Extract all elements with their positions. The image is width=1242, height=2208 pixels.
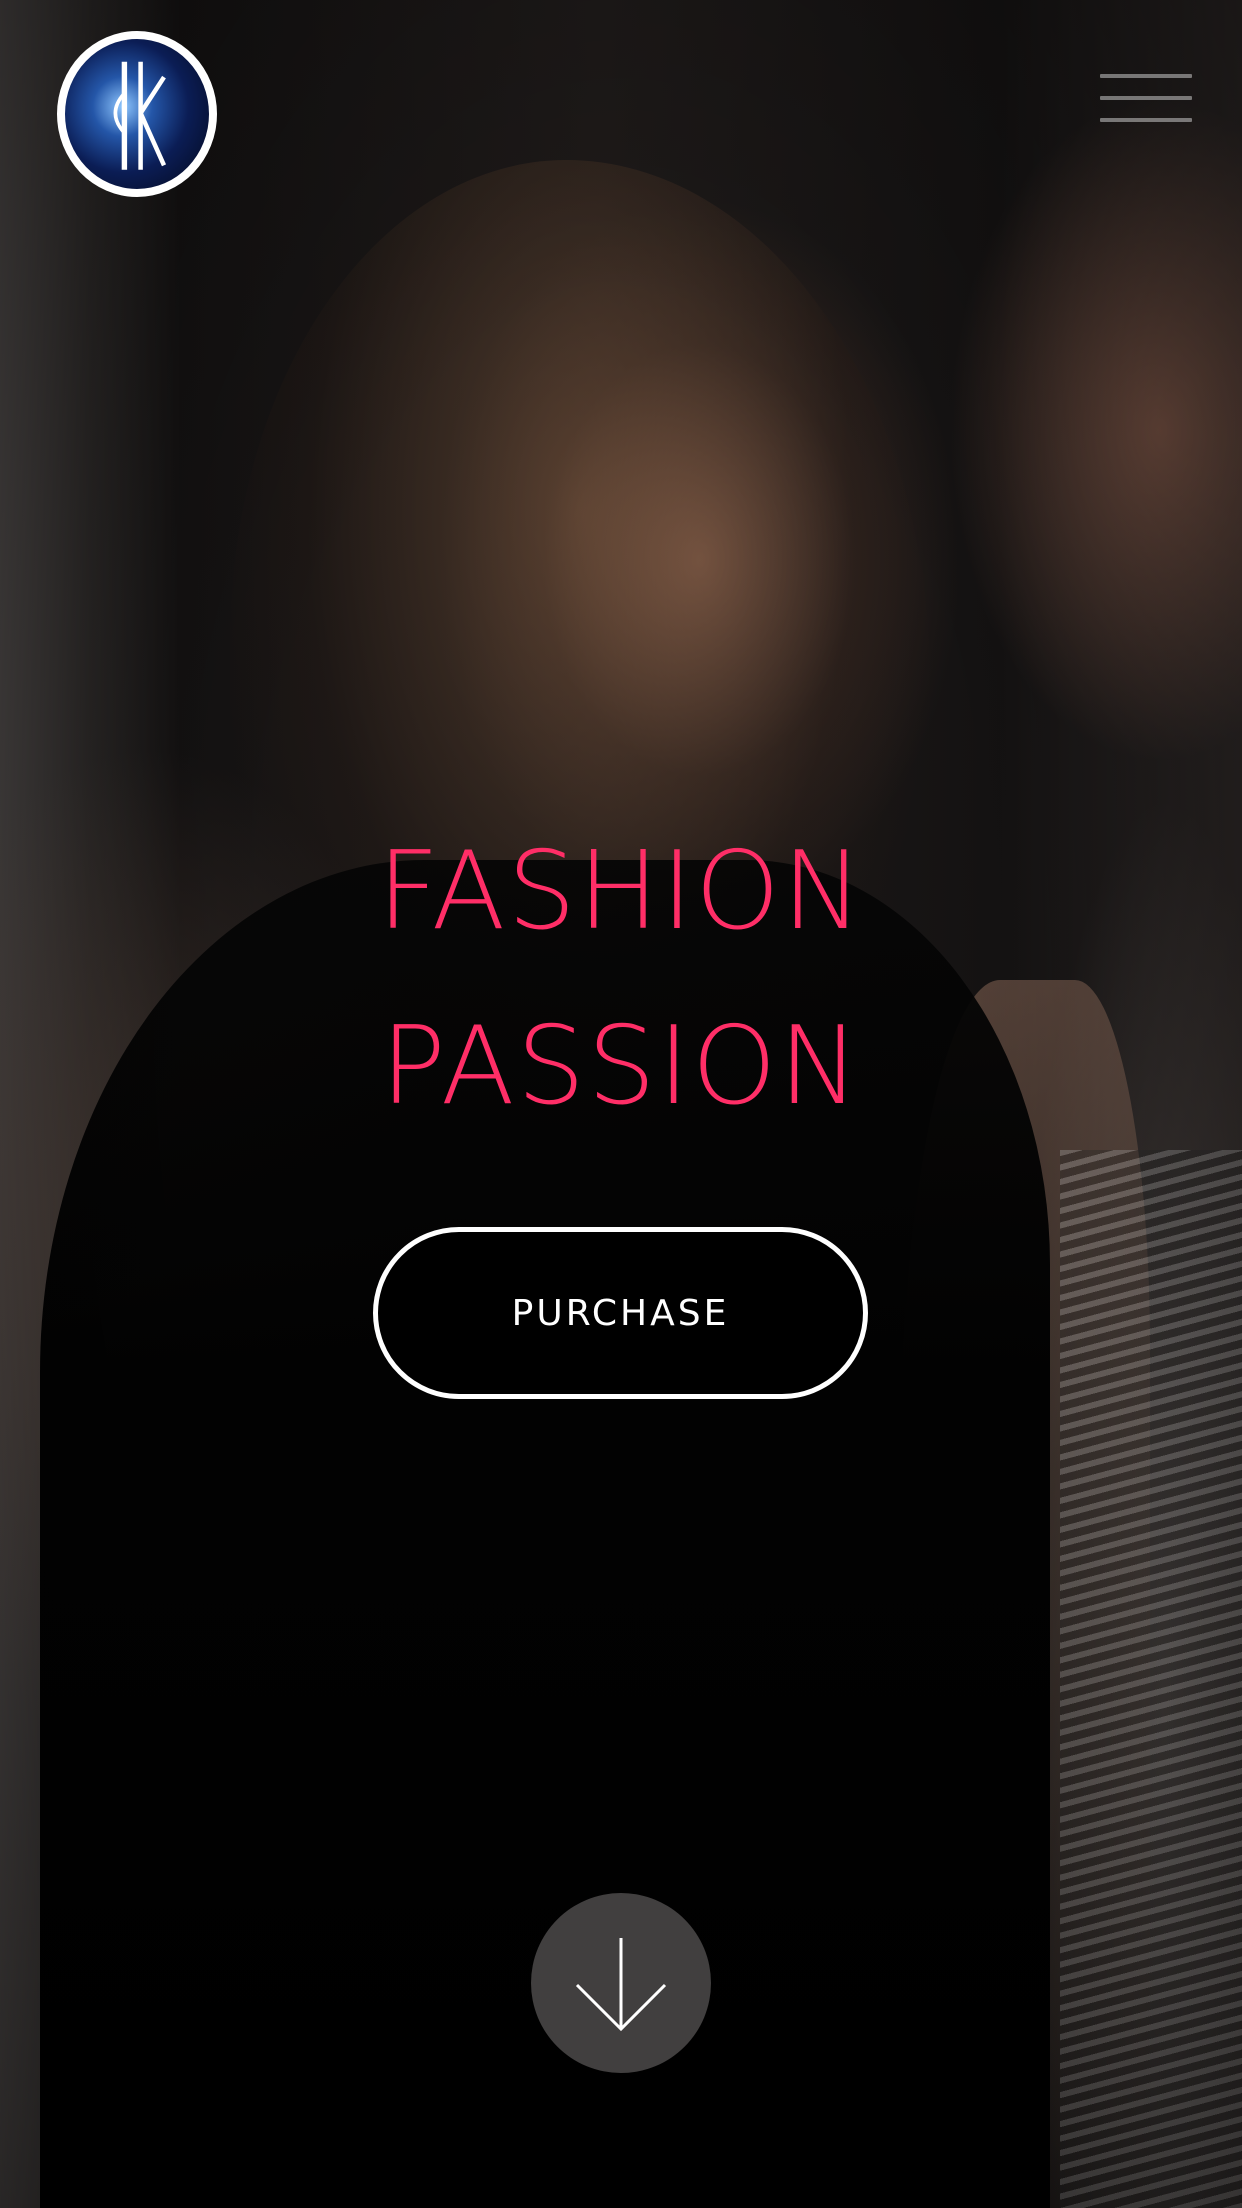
purchase-button-label: PURCHASE [511,1292,730,1334]
hero-screen: FASHION PASSION PURCHASE [0,0,1242,2208]
scroll-down-button[interactable] [531,1893,711,2073]
arrow-down-icon [575,1938,667,2032]
brand-logo[interactable] [57,31,217,197]
purchase-button[interactable]: PURCHASE [373,1227,868,1399]
kk-monogram-logo-icon [113,61,167,170]
headline-fashion: FASHION [377,829,865,954]
menu-line-top [1100,74,1192,78]
headline-passion: PASSION [380,1004,862,1129]
hamburger-menu-icon[interactable] [1100,70,1192,130]
menu-line-middle [1100,96,1192,100]
menu-line-bottom [1100,118,1192,122]
